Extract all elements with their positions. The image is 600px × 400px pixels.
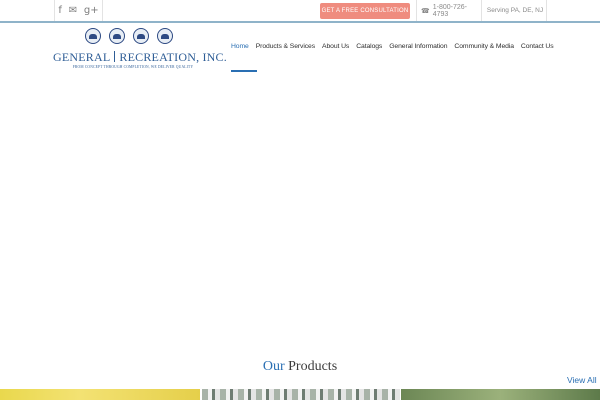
nav-item-general-information[interactable]: General Information: [389, 40, 447, 54]
products-heading-highlight: Our: [262, 359, 285, 374]
google-plus-icon[interactable]: g+: [84, 0, 99, 21]
products-heading: Our Products: [0, 358, 600, 376]
nav-active-indicator: [231, 70, 257, 72]
logo-emblems: [85, 28, 175, 46]
top-bar: f ✉ g+ GET A FREE CONSULTATION ☎ 1-800-7…: [0, 0, 600, 23]
twitter-icon[interactable]: ✉: [69, 0, 77, 21]
site-logo[interactable]: GENERAL RECREATION, INC. FROM CONCEPT THR…: [53, 28, 227, 70]
service-area-text: Serving PA, DE, NJ: [484, 0, 547, 21]
logo-emblem-icon: [157, 28, 173, 44]
phone-icon: ☎: [421, 6, 430, 15]
free-consultation-button[interactable]: GET A FREE CONSULTATION: [320, 3, 410, 19]
main-nav: Home Products & Services About Us Catalo…: [231, 40, 561, 54]
phone-number-text: 1-800-726-4793: [432, 3, 467, 18]
logo-divider: [114, 51, 116, 62]
nav-item-community-media[interactable]: Community & Media: [454, 40, 514, 54]
logo-name-left: GENERAL: [53, 50, 111, 64]
nav-item-contact-us[interactable]: Contact Us: [521, 40, 554, 54]
nav-item-home[interactable]: Home: [231, 40, 249, 54]
product-tile-image[interactable]: [401, 389, 600, 400]
view-all-link[interactable]: View All: [567, 374, 597, 386]
nav-item-catalogs[interactable]: Catalogs: [356, 40, 382, 54]
logo-name-right: RECREATION, INC.: [119, 50, 227, 64]
logo-emblem-icon: [109, 28, 125, 44]
product-tile-image[interactable]: [202, 389, 400, 400]
phone-number[interactable]: ☎ 1-800-726-4793: [416, 0, 482, 21]
logo-emblem-icon: [133, 28, 149, 44]
logo-emblem-icon: [85, 28, 101, 44]
logo-tagline: FROM CONCEPT THROUGH COMPLETION, WE DELI…: [72, 65, 194, 69]
nav-item-about-us[interactable]: About Us: [322, 40, 349, 54]
product-tile-image[interactable]: [0, 389, 200, 400]
facebook-icon[interactable]: f: [58, 0, 62, 21]
products-heading-rest: Products: [284, 359, 338, 374]
logo-wordmark: GENERAL RECREATION, INC.: [53, 50, 227, 64]
social-links: f ✉ g+: [54, 0, 103, 21]
nav-item-products-services[interactable]: Products & Services: [256, 40, 315, 54]
